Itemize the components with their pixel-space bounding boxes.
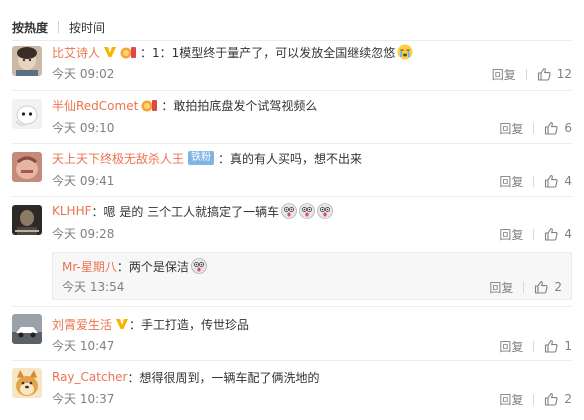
like-count: 2 <box>554 280 562 294</box>
fan-badge: 铁粉 <box>188 151 215 165</box>
like-button[interactable]: 2 <box>534 280 562 294</box>
comment-line: 半仙RedComet ： 敢拍拍底盘发个试驾视频么 <box>52 97 318 114</box>
sort-by-time[interactable]: 按时间 <box>69 19 105 36</box>
avatar-image <box>12 46 42 76</box>
comment-text: 真的有人买吗，想不出来 <box>230 151 363 166</box>
thumbs-up-icon <box>545 174 558 188</box>
comment-text: 敢拍拍底盘发个试驾视频么 <box>173 98 318 113</box>
avatar[interactable] <box>12 368 42 398</box>
like-button[interactable]: 2 <box>544 392 572 406</box>
comment-line: 刘霄爱生活 ： 手工打造，传世珍品 <box>52 316 250 333</box>
comment-line: 天上天下终极无敌杀人王 铁粉 ： 真的有人买吗，想不出来 <box>52 150 363 167</box>
thumbs-up-icon <box>545 121 558 135</box>
reply-button[interactable]: 回复 <box>499 338 523 355</box>
divider <box>12 360 572 361</box>
divider <box>12 196 572 197</box>
comment-time: 今天 09:28 <box>52 227 115 241</box>
thumbs-up-icon <box>545 227 558 241</box>
medal-icon <box>120 47 137 59</box>
like-button[interactable]: 1 <box>544 339 572 353</box>
comment-text: 想得很周到，一辆车配了俩洗地的 <box>139 370 320 385</box>
sub-comment-text: 两个是保洁 <box>128 259 189 274</box>
avatar[interactable] <box>12 99 42 129</box>
sub-comment-line: Mr-星期八 ： 两个是保洁 <box>62 258 207 274</box>
avatar[interactable] <box>12 152 42 182</box>
comment-author[interactable]: 天上天下终极无敌杀人王 <box>52 150 184 167</box>
avatar[interactable] <box>12 314 42 344</box>
comment-text: 手工打造，传世珍品 <box>141 317 250 332</box>
reply-button[interactable]: 回复 <box>499 120 523 137</box>
avatar-image <box>12 314 42 344</box>
comment-time: 今天 09:10 <box>52 121 115 135</box>
comment-time: 今天 09:02 <box>52 67 115 81</box>
reply-button[interactable]: 回复 <box>499 226 523 243</box>
doge-emoji-icon <box>317 203 333 219</box>
sort-bar: 按热度 按时间 <box>12 18 105 36</box>
like-button[interactable]: 12 <box>537 67 572 81</box>
comment-time: 今天 10:37 <box>52 392 115 406</box>
comment-author[interactable]: 半仙RedComet <box>52 97 138 114</box>
thumbs-up-icon <box>545 392 558 406</box>
thumbs-up-icon <box>535 280 548 294</box>
like-button[interactable]: 4 <box>544 174 572 188</box>
reply-button[interactable]: 回复 <box>499 173 523 190</box>
sub-comment-actions: 回复 2 <box>489 279 562 295</box>
divider <box>12 90 572 91</box>
doge-emoji-icon <box>299 203 315 219</box>
avatar-image <box>12 99 42 129</box>
comment-author[interactable]: 刘霄爱生活 <box>52 316 112 333</box>
like-count: 1 <box>564 339 572 353</box>
like-count: 6 <box>564 121 572 135</box>
comment-line: 比艾诗人 ： 1：1模型终于量产了，可以发放全国继续忽悠 <box>52 44 413 60</box>
comment-line: Ray_Catcher ： 想得很周到，一辆车配了俩洗地的 <box>52 370 320 385</box>
medal-icon <box>141 100 158 112</box>
sub-comment-time: 今天 13:54 <box>62 280 125 294</box>
thumbs-up-icon <box>537 67 551 81</box>
sort-by-hot[interactable]: 按热度 <box>12 19 48 36</box>
vip-badge-icon <box>116 319 129 329</box>
like-button[interactable]: 4 <box>544 227 572 241</box>
comment-author[interactable]: Ray_Catcher <box>52 370 128 384</box>
comment-time: 今天 09:41 <box>52 174 115 188</box>
comment-actions: 回复 1 <box>499 338 572 354</box>
comment-actions: 回复 4 <box>499 226 572 242</box>
vip-badge-icon <box>104 47 117 57</box>
like-count: 4 <box>564 227 572 241</box>
comment-author[interactable]: KLHHF <box>52 204 92 218</box>
like-count: 12 <box>556 67 572 81</box>
reply-button[interactable]: 回复 <box>492 66 516 83</box>
comment-actions: 回复 2 <box>499 391 572 407</box>
reply-button[interactable]: 回复 <box>499 391 523 408</box>
avatar-image <box>12 368 42 398</box>
avatar[interactable] <box>12 46 42 76</box>
like-count: 4 <box>564 174 572 188</box>
comment-actions: 回复 4 <box>499 173 572 189</box>
crying-emoji-icon <box>397 44 413 60</box>
avatar-image <box>12 152 42 182</box>
comment-text: 嗯 是的 三个工人就搞定了一辆车 <box>103 204 280 219</box>
comment-actions: 回复 6 <box>499 120 572 136</box>
doge-emoji-icon <box>191 258 207 274</box>
thumbs-up-icon <box>545 339 558 353</box>
sub-comment-author[interactable]: Mr-星期八 <box>62 258 117 275</box>
comment-author[interactable]: 比艾诗人 <box>52 44 100 61</box>
divider <box>12 306 572 307</box>
like-count: 2 <box>564 392 572 406</box>
like-button[interactable]: 6 <box>544 121 572 135</box>
avatar[interactable] <box>12 205 42 235</box>
comment-line: KLHHF ： 嗯 是的 三个工人就搞定了一辆车 <box>52 203 333 219</box>
divider <box>12 143 572 144</box>
reply-button[interactable]: 回复 <box>489 279 513 296</box>
sort-separator <box>58 21 60 33</box>
comment-text: 1：1模型终于量产了，可以发放全国继续忽悠 <box>152 45 396 60</box>
comment-time: 今天 10:47 <box>52 339 115 353</box>
comment-actions: 回复 12 <box>492 66 572 82</box>
avatar-image <box>12 205 42 235</box>
doge-emoji-icon <box>281 203 297 219</box>
divider <box>12 40 572 41</box>
